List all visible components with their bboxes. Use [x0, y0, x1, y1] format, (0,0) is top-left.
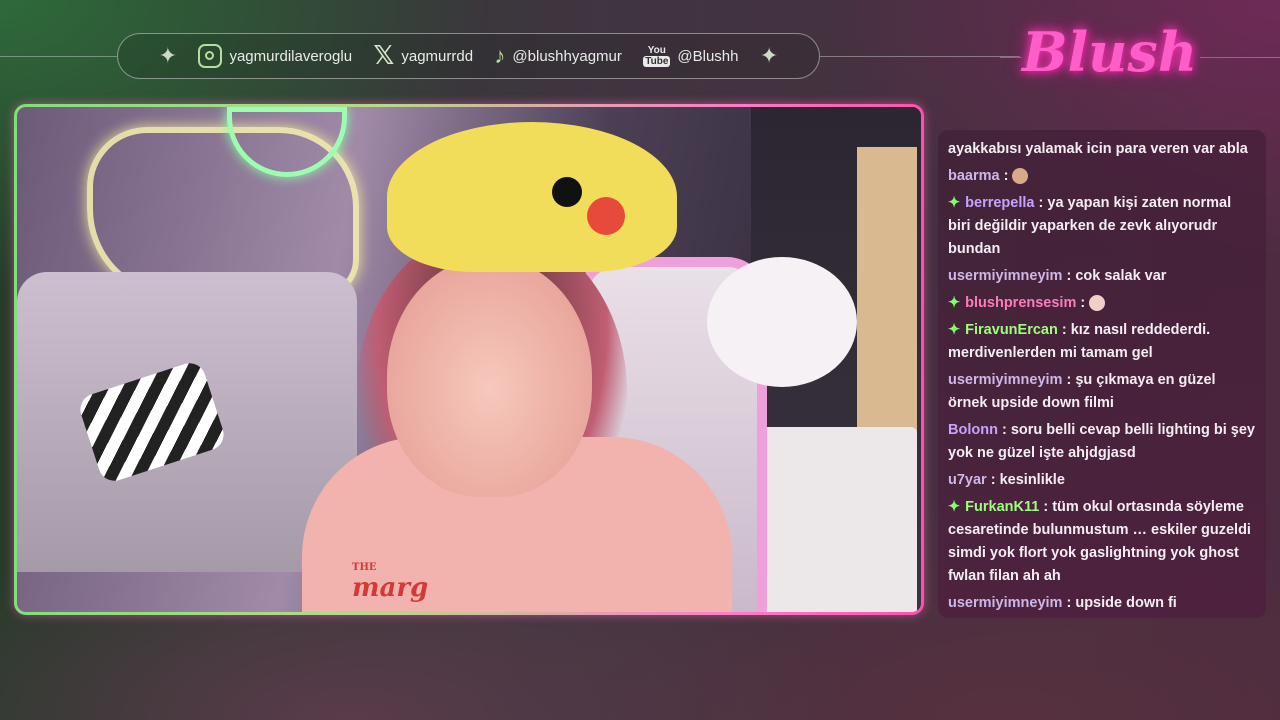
sparkle-badge-icon: ✦ [948, 322, 961, 338]
pikachu-cheek [587, 197, 625, 235]
social-line-right [820, 56, 1020, 57]
pikachu-eye [552, 177, 582, 207]
chat-username[interactable]: u7yar [948, 472, 987, 488]
chat-username[interactable]: usermiyimneyim [948, 372, 1062, 388]
tiktok-handle: @blushhyagmur [512, 47, 622, 65]
pikachu-hat [387, 122, 677, 272]
chat-username[interactable]: usermiyimneyim [948, 595, 1062, 611]
chat-message: ✦ berrepella : ya yapan kişi zaten normal… [948, 195, 1232, 257]
shirt-print-line2: marg [352, 573, 429, 603]
chat-message: u7yar : kesinlikle [948, 472, 1065, 488]
chat-message: usermiyimneyim : şu çıkmaya en güzel örn… [948, 372, 1216, 411]
chat-username[interactable]: usermiyimneyim [948, 268, 1062, 284]
x-handle: yagmurrdd [401, 47, 474, 65]
webcam-video[interactable]: THE marg [17, 107, 921, 612]
chat-username[interactable]: FiravunErcan [965, 322, 1058, 338]
chat-panel[interactable]: ayakkabısı yalamak icin para veren var a… [938, 130, 1266, 618]
chat-message: ✦ FurkanK11 : tüm okul ortasında söyleme … [948, 499, 1251, 584]
instagram-link[interactable]: yagmurdilaveroglu [198, 44, 352, 68]
blush-logo: Blush [1022, 20, 1198, 84]
instagram-handle: yagmurdilaveroglu [229, 47, 353, 65]
chat-message: usermiyimneyim : cok salak var [948, 268, 1167, 284]
shirt-print: THE marg [352, 562, 502, 603]
cat-scratch-post [857, 147, 917, 447]
chat-username[interactable]: FurkanK11 [965, 499, 1039, 515]
chat-message-text: kesinlikle [999, 472, 1065, 488]
unicorn-plush [707, 257, 857, 387]
chat-message: usermiyimneyim : upside down fi [948, 595, 1177, 611]
chat-username[interactable]: blushprensesim [965, 295, 1076, 311]
social-bar: ✦ yagmurdilaveroglu 𝕏 yagmurrdd ♪ @blush… [117, 33, 820, 79]
logo-line-right [1200, 57, 1280, 58]
x-icon: 𝕏 [373, 41, 395, 71]
chat-username[interactable]: baarma [948, 168, 1000, 184]
instagram-icon [198, 44, 223, 68]
chat-message: ayakkabısı yalamak icin para veren var a… [948, 138, 1256, 161]
chat-message: ✦ blushprensesim : [948, 292, 1256, 315]
logo-line-left [1000, 57, 1022, 58]
sparkle-badge-icon: ✦ [948, 499, 961, 515]
cat-tree [757, 427, 917, 612]
streamer-face [387, 257, 592, 497]
sparkle-icon: ✦ [759, 43, 779, 69]
emote-icon [1089, 295, 1106, 312]
chat-message-text: upside down fi [1075, 595, 1177, 611]
chat-message-text: cok salak var [1075, 268, 1167, 284]
youtube-link[interactable]: You Tube @Blushh [643, 45, 738, 67]
shirt-print-line1: THE [352, 562, 377, 573]
sparkle-badge-icon: ✦ [948, 195, 961, 211]
youtube-icon: You Tube [643, 45, 671, 67]
chat-message: ✦ FiravunErcan : kız nasıl reddederdi. me… [948, 322, 1211, 361]
youtube-icon-bottom: Tube [643, 56, 671, 67]
social-line-left [0, 56, 117, 57]
youtube-icon-top: You [647, 45, 666, 56]
tiktok-icon: ♪ [494, 43, 506, 68]
webcam-frame: THE marg [14, 104, 924, 615]
chat-username[interactable]: berrepella [965, 195, 1034, 211]
chat-message: baarma : [948, 165, 1256, 188]
chat-message: Bolonn : soru belli cevap belli lighting… [948, 422, 1255, 461]
x-link[interactable]: 𝕏 yagmurrdd [373, 43, 473, 69]
emote-icon [1012, 168, 1029, 185]
youtube-handle: @Blushh [677, 47, 739, 65]
sparkle-badge-icon: ✦ [948, 295, 961, 311]
sparkle-icon: ✦ [158, 43, 178, 69]
chat-message-text: ayakkabısı yalamak icin para veren var a… [948, 141, 1248, 157]
tiktok-link[interactable]: ♪ @blushhyagmur [494, 43, 621, 69]
chat-username[interactable]: Bolonn [948, 422, 998, 438]
